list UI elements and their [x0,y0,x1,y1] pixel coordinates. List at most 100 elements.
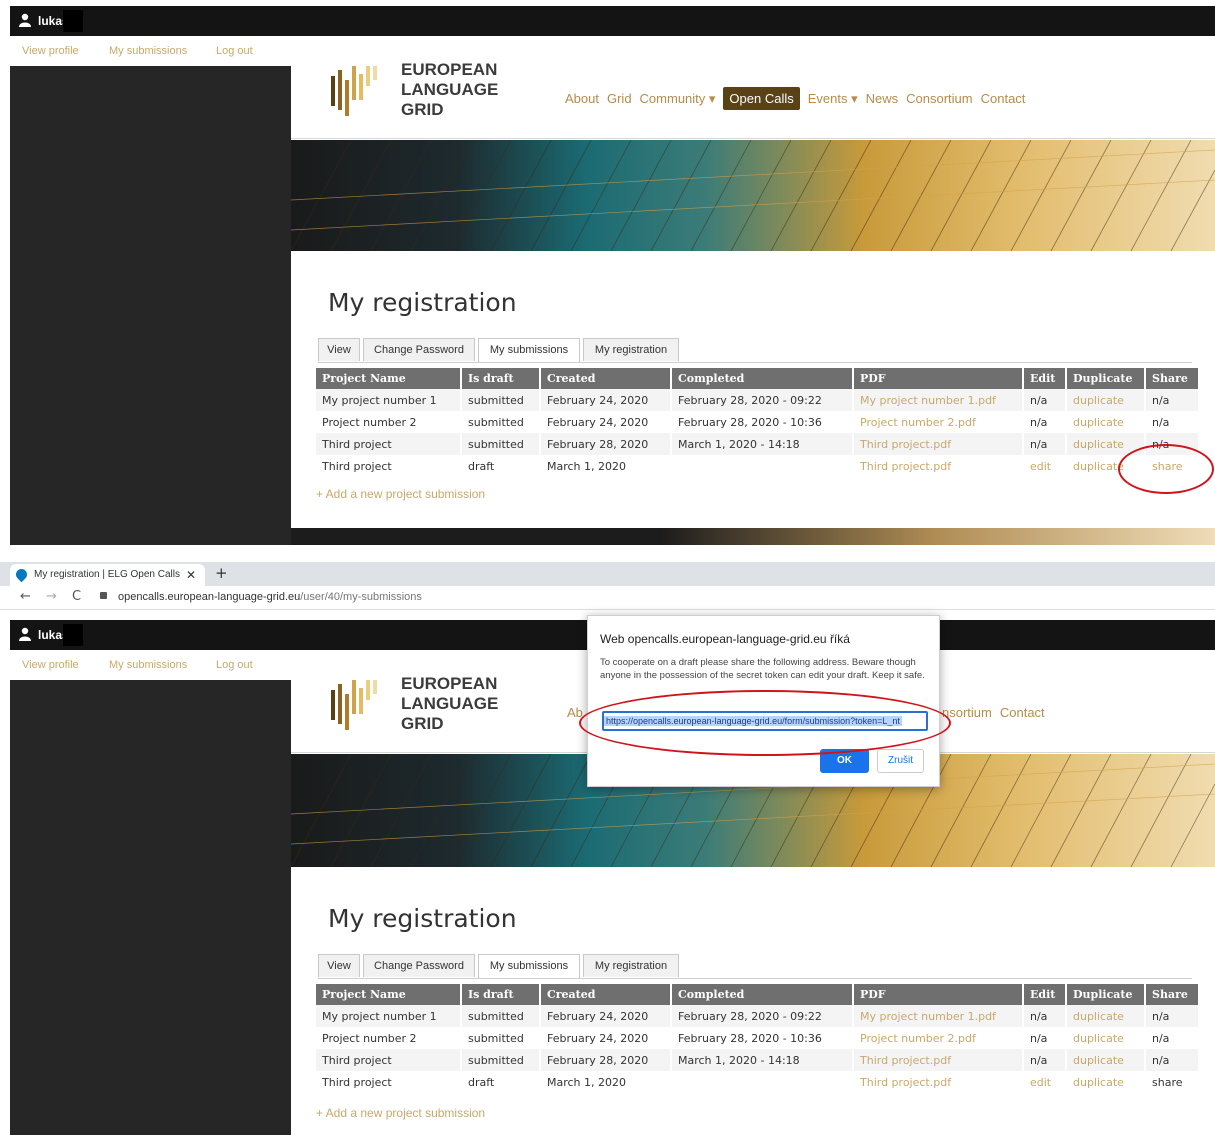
pdf-link[interactable]: Third project.pdf [853,455,1024,477]
banner-graphic [291,140,1215,251]
table-header-row: Project Name Is draft Created Completed … [316,984,1200,1005]
nav-events[interactable]: Events ▾ [808,91,858,106]
url-highlight-circle [579,690,951,756]
cell-share: n/a [1145,1027,1200,1049]
tab-my-registration[interactable]: My registration [583,954,679,977]
user-subnav: View profile My submissions Log out [10,36,302,66]
new-tab-icon[interactable]: + [215,564,228,582]
cell-share: n/a [1145,1005,1200,1027]
tab-my-submissions[interactable]: My submissions [478,338,580,362]
site-logo-text[interactable]: EUROPEAN LANGUAGE GRID [401,674,498,734]
pdf-link[interactable]: Third project.pdf [853,433,1024,455]
share-link[interactable]: share [1145,1071,1200,1093]
cell-completed [671,455,854,477]
nav-consortium[interactable]: Consortium [906,91,972,106]
duplicate-link[interactable]: duplicate [1066,1005,1146,1027]
nav-community[interactable]: Community ▾ [640,91,716,106]
log-out-link[interactable]: Log out [216,659,253,671]
cancel-button[interactable]: Zrušit [877,749,924,773]
tab-view[interactable]: View [318,338,360,361]
duplicate-link[interactable]: duplicate [1066,389,1146,411]
tab-change-password[interactable]: Change Password [363,954,475,977]
duplicate-link[interactable]: duplicate [1066,1027,1146,1049]
cell-edit: n/a [1023,1005,1067,1027]
cell-draft: submitted [461,1005,541,1027]
edit-link[interactable]: edit [1023,1071,1067,1093]
pdf-link[interactable]: Third project.pdf [853,1071,1024,1093]
cell-draft: submitted [461,389,541,411]
view-profile-link[interactable]: View profile [22,45,79,57]
duplicate-link[interactable]: duplicate [1066,1049,1146,1071]
user-menu[interactable]: lukas [18,13,69,28]
tab-view[interactable]: View [318,954,360,977]
view-profile-link[interactable]: View profile [22,659,79,671]
nav-contact[interactable]: Contact [981,91,1026,106]
nav-grid[interactable]: Grid [607,91,632,106]
submissions-table: Project Name Is draft Created Completed … [316,368,1200,477]
pdf-link[interactable]: My project number 1.pdf [853,1005,1024,1027]
reload-icon[interactable]: C [72,589,81,604]
nav-contact[interactable]: Contact [1000,705,1045,720]
cell-name: My project number 1 [316,389,462,411]
col-edit: Edit [1023,368,1067,389]
nav-about[interactable]: About [565,91,599,106]
cell-completed: March 1, 2020 - 14:18 [671,433,854,455]
table-row: Third project draft March 1, 2020 Third … [316,1071,1200,1093]
col-project-name: Project Name [316,368,462,389]
duplicate-link[interactable]: duplicate [1066,1071,1146,1093]
tab-my-submissions[interactable]: My submissions [478,954,580,978]
user-menu[interactable]: lukas [18,627,69,642]
add-submission-link[interactable]: + Add a new project submission [316,487,485,501]
col-completed: Completed [671,368,854,389]
col-is-draft: Is draft [461,984,541,1005]
my-submissions-link[interactable]: My submissions [109,45,187,57]
url-host: opencalls.european-language-grid.eu [118,591,301,603]
toolbar-redaction [63,624,83,646]
tab-change-password[interactable]: Change Password [363,338,475,361]
back-icon[interactable]: ← [20,589,31,604]
col-edit: Edit [1023,984,1067,1005]
nav-open-calls[interactable]: Open Calls [723,87,800,110]
site-logo-text[interactable]: EUROPEAN LANGUAGE GRID [401,60,498,120]
admin-toolbar: lukas [10,6,302,36]
cell-completed: March 1, 2020 - 14:18 [671,1049,854,1071]
dialog-message: To cooperate on a draft please share the… [600,657,925,681]
cell-share: n/a [1145,1049,1200,1071]
add-submission-link[interactable]: + Add a new project submission [316,1106,485,1120]
log-out-link[interactable]: Log out [216,45,253,57]
cell-edit: n/a [1023,433,1067,455]
col-created: Created [540,984,672,1005]
col-share: Share [1145,984,1200,1005]
table-header-row: Project Name Is draft Created Completed … [316,368,1200,389]
table-row: Project number 2 submitted February 24, … [316,1027,1200,1049]
edit-link[interactable]: edit [1023,455,1067,477]
cell-name: Project number 2 [316,411,462,433]
browser-tab[interactable]: My registration | ELG Open Calls ✕ [10,564,205,586]
cell-name: Project number 2 [316,1027,462,1049]
col-project-name: Project Name [316,984,462,1005]
elg-logo-mark [331,66,377,116]
close-tab-icon[interactable]: ✕ [186,564,196,586]
pdf-link[interactable]: Project number 2.pdf [853,411,1024,433]
pdf-link[interactable]: My project number 1.pdf [853,389,1024,411]
address-bar: ← → C opencalls.european-language-grid.e… [0,586,1215,610]
dialog-title: Web opencalls.european-language-grid.eu … [600,632,850,646]
cell-draft: submitted [461,1049,541,1071]
url-field[interactable]: opencalls.european-language-grid.eu/user… [118,591,422,603]
cell-name: Third project [316,1049,462,1071]
forward-icon[interactable]: → [46,589,57,604]
cell-created: February 24, 2020 [540,389,672,411]
duplicate-link[interactable]: duplicate [1066,411,1146,433]
nav-news[interactable]: News [866,91,899,106]
cell-created: March 1, 2020 [540,1071,672,1093]
my-submissions-link[interactable]: My submissions [109,659,187,671]
site-header: EUROPEAN LANGUAGE GRID About Grid Communit… [291,60,1215,139]
tab-bar: View Change Password My submissions My r… [318,954,1192,979]
logo-line-3: GRID [401,100,444,119]
pdf-link[interactable]: Third project.pdf [853,1049,1024,1071]
pdf-link[interactable]: Project number 2.pdf [853,1027,1024,1049]
cell-edit: n/a [1023,411,1067,433]
cell-created: February 24, 2020 [540,411,672,433]
tab-my-registration[interactable]: My registration [583,338,679,361]
nav-consortium-partial[interactable]: nsortium [942,705,992,720]
